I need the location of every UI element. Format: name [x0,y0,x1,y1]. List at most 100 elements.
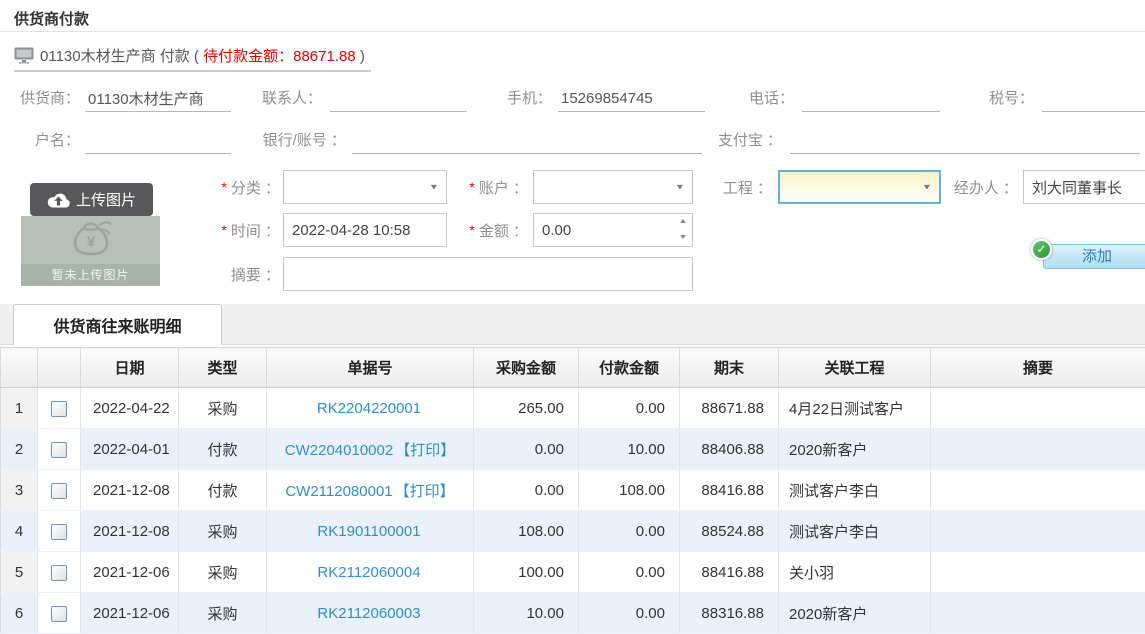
agent-input[interactable] [1023,170,1145,204]
header-purchase: 采购金额 [474,348,579,388]
account-name-field-wrap [85,128,231,154]
doc-link[interactable]: RK2112060003 [317,605,420,622]
doc-link[interactable]: CW2112080001 [285,483,392,500]
phone-field-wrap [802,86,940,112]
table-row: 4 2021-12-08 采购 RK1901100001 108.00 0.00… [1,511,1145,552]
category-label: *分类 ： [195,170,280,204]
supplier-label: 供货商： [8,88,80,112]
supplier-account-table: 日期 类型 单据号 采购金额 付款金额 期末 关联工程 摘要 1 2022-04… [0,347,1145,634]
doc-link[interactable]: RK1901100001 [317,523,420,540]
chevron-down-icon: ▼ [429,183,439,192]
upload-button-label: 上传图片 [76,189,136,210]
bank-account-field-wrap [352,128,702,154]
alipay-field-wrap [790,128,1140,154]
row-checkbox[interactable] [51,565,67,581]
memo-label: 摘要 ： [195,257,280,291]
cell-date: 2021-12-08 [81,511,179,552]
header-memo: 摘要 [931,348,1145,388]
category-select[interactable]: ▼ [283,170,447,204]
cell-purchase: 100.00 [474,552,579,593]
amount-spinner: ▲ ▼ [674,214,692,246]
doc-link[interactable]: RK2204220001 [317,400,421,417]
header-balance: 期末 [680,348,779,388]
bank-account-label: 银行/账号 ： [248,130,346,154]
page-title: 供货商付款 [14,8,89,29]
monitor-icon [14,47,34,64]
cell-balance: 88316.88 [680,593,779,634]
row-checkbox[interactable] [51,401,67,417]
amount-input[interactable] [533,213,693,247]
project-label: 工程 ： [710,170,772,204]
cell-type: 采购 [179,593,267,634]
account-name-input[interactable] [85,128,231,152]
upload-image-button[interactable]: 上传图片 [30,183,153,216]
header-row-number [1,348,38,388]
chevron-down-icon: ▼ [922,183,932,192]
check-circle-icon[interactable]: ✓ [1031,239,1052,260]
row-checkbox[interactable] [51,606,67,622]
cell-date: 2021-12-06 [81,593,179,634]
add-button[interactable]: 添加 [1043,244,1145,269]
memo-input[interactable] [283,257,693,291]
alipay-input[interactable] [790,128,1140,152]
cell-type: 采购 [179,511,267,552]
contact-input[interactable] [330,86,467,110]
cell-project: 2020新客户 [779,593,931,634]
spinner-down-icon[interactable]: ▼ [670,230,695,246]
cell-date: 2021-12-08 [81,470,179,511]
header-doc-no: 单据号 [267,348,474,388]
row-number: 3 [1,470,38,511]
supplier-input[interactable] [85,86,231,110]
time-label: *时间 ： [195,213,280,247]
image-placeholder[interactable]: ¥ 暂未上传图片 [21,216,160,286]
doc-link[interactable]: RK2112060004 [317,564,420,581]
cell-balance: 88524.88 [680,511,779,552]
bank-account-input[interactable] [352,128,702,152]
mobile-input[interactable] [558,86,705,110]
svg-text:¥: ¥ [86,234,95,251]
row-checkbox[interactable] [51,524,67,540]
cell-type: 采购 [179,552,267,593]
contact-field-wrap [330,86,467,112]
phone-input[interactable] [802,86,940,110]
mobile-label: 手机： [498,88,552,112]
cell-memo [931,511,1145,552]
mobile-field-wrap [558,86,705,112]
cell-date: 2022-04-22 [81,388,179,429]
cell-project: 4月22日测试客户 [779,388,931,429]
account-select[interactable]: ▼ [533,170,693,204]
table-row: 6 2021-12-06 采购 RK2112060003 10.00 0.00 … [1,593,1145,634]
header-checkbox [38,348,81,388]
table-row: 5 2021-12-06 采购 RK2112060004 100.00 0.00… [1,552,1145,593]
spinner-up-icon[interactable]: ▲ [670,214,695,230]
cell-payment: 0.00 [579,552,680,593]
table-row: 3 2021-12-08 付款 CW2112080001【打印】 0.00 10… [1,470,1145,511]
cell-memo [931,388,1145,429]
phone-label: 电话： [742,88,794,112]
contact-label: 联系人： [248,88,322,112]
print-link[interactable]: 【打印】 [395,442,455,459]
header-type: 类型 [179,348,267,388]
supplier-field-wrap [85,86,231,112]
cell-payment: 0.00 [579,511,680,552]
row-number: 5 [1,552,38,593]
cell-project: 测试客户李白 [779,470,931,511]
cell-balance: 88416.88 [680,552,779,593]
no-image-text: 暂未上传图片 [21,264,160,286]
time-input[interactable] [283,213,447,247]
row-checkbox[interactable] [51,442,67,458]
cell-project: 关小羽 [779,552,931,593]
row-checkbox[interactable] [51,483,67,499]
project-select[interactable]: ▼ [778,170,941,204]
doc-link[interactable]: CW2204010002 [285,442,393,459]
header-payment: 付款金额 [579,348,680,388]
table-row: 1 2022-04-22 采购 RK2204220001 265.00 0.00… [1,388,1145,429]
pending-amount: 待付款金额：88671.88 [203,48,356,65]
print-link[interactable]: 【打印】 [395,483,455,500]
cell-memo [931,429,1145,470]
header-project: 关联工程 [779,348,931,388]
amount-label: *金额 ： [448,213,528,247]
tab-supplier-account-detail[interactable]: 供货商往来账明细 [13,304,222,345]
cell-type: 采购 [179,388,267,429]
tax-no-input[interactable] [1042,86,1145,110]
